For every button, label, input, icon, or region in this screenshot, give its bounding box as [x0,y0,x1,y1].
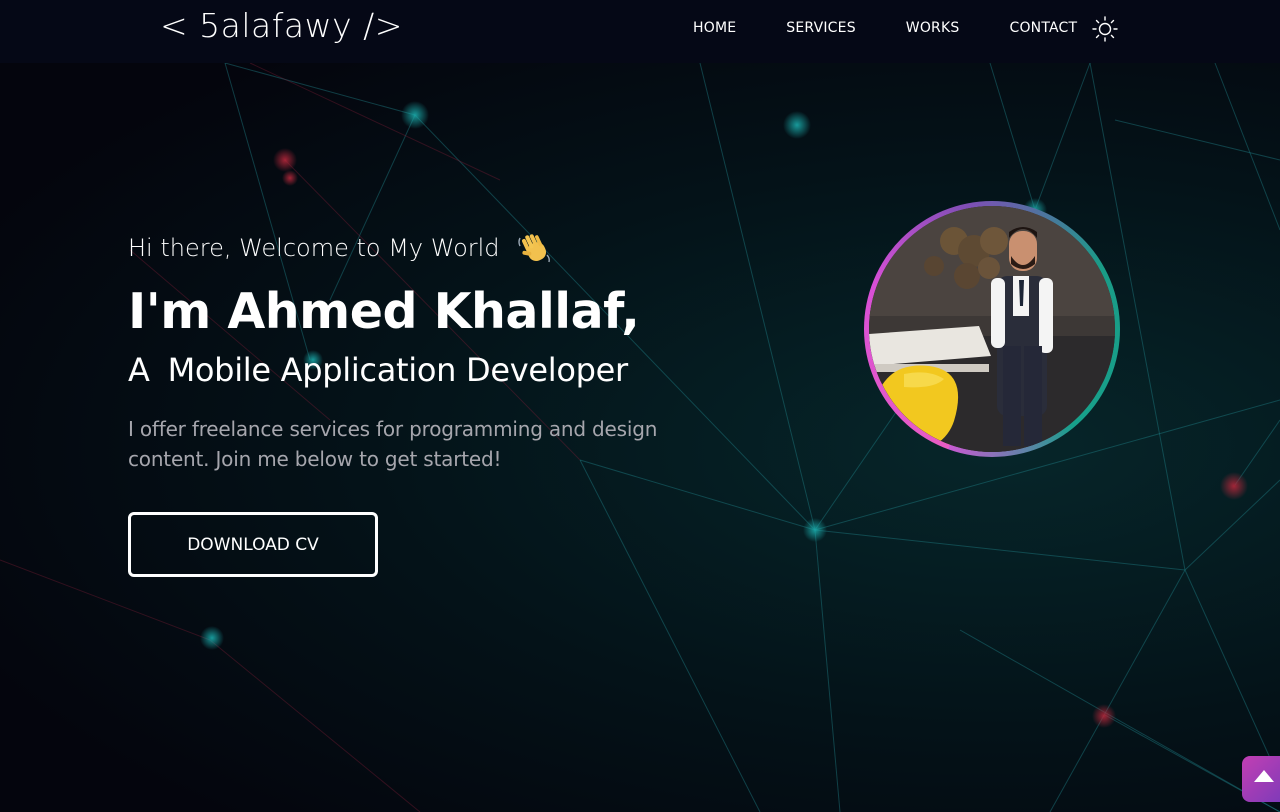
greeting: Hi there, Welcome to My World [128,226,728,270]
role-title: Mobile Application Developer [167,351,629,389]
hero-intro: I offer freelance services for programmi… [128,417,658,471]
profile-photo [869,206,1115,452]
download-cv-button[interactable]: DOWNLOAD CV [128,512,378,577]
nav-link-works[interactable]: WORKS [906,20,960,36]
arrow-up-icon [1254,770,1274,782]
page: < 5alafawy /> HOME SERVICES WORKS CONTAC… [0,0,1280,812]
sun-icon [1092,16,1118,42]
theme-toggle-button[interactable] [1091,15,1119,43]
site-logo[interactable]: < 5alafawy /> [160,6,403,45]
waving-hand-icon [516,229,554,267]
nav-link-services[interactable]: SERVICES [786,20,856,36]
nav-link-home[interactable]: HOME [693,20,736,36]
hero-name: I'm Ahmed Khallaf, [128,283,640,340]
hero-role: A Mobile Application Developer [128,350,728,390]
nav-link-contact[interactable]: CONTACT [1009,20,1077,36]
scroll-to-top-button[interactable] [1242,756,1280,802]
hero-section: Hi there, Welcome to My World I'm Ahmed … [128,226,728,577]
role-prefix: A [128,351,150,389]
nav-links: HOME SERVICES WORKS CONTACT [693,20,1077,36]
greeting-text: Hi there, Welcome to My World [128,234,500,262]
navbar: < 5alafawy /> HOME SERVICES WORKS CONTAC… [0,0,1280,63]
profile-photo-ring [864,201,1120,457]
